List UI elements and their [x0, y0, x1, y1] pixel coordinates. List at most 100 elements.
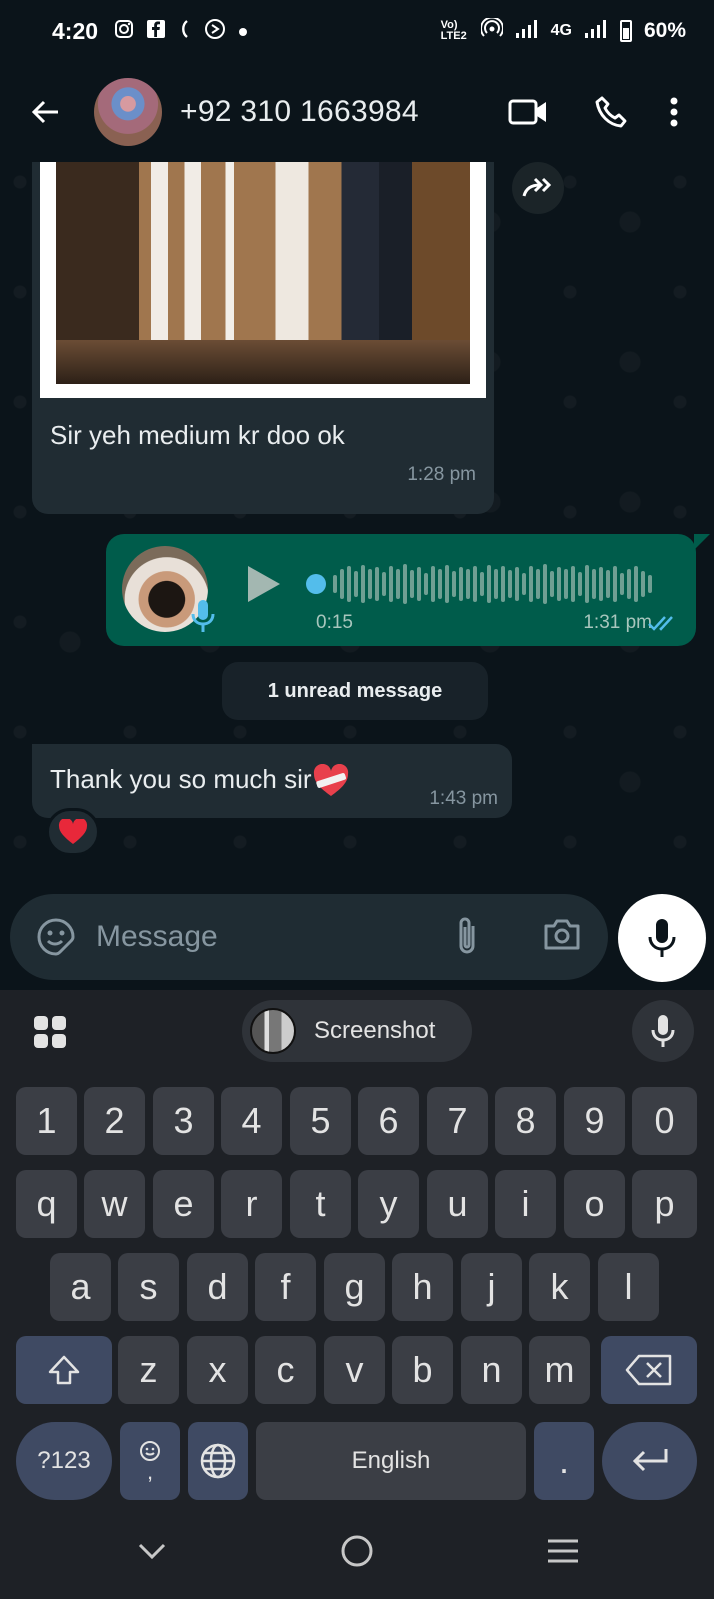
hide-keyboard-button[interactable]: [122, 1526, 182, 1576]
cell-network-label: 4G: [550, 22, 572, 39]
attach-button[interactable]: [452, 914, 482, 963]
message-input[interactable]: Message: [96, 920, 218, 954]
key-s[interactable]: s: [118, 1253, 179, 1321]
hotspot-icon: [479, 16, 504, 45]
key-7[interactable]: 7: [427, 1087, 488, 1155]
microphone-icon: [651, 1015, 675, 1047]
voice-call-button[interactable]: [570, 84, 654, 140]
system-navigation-bar: [0, 1502, 714, 1599]
image-message[interactable]: Sir yeh medium kr doo ok 1:28 pm: [32, 162, 494, 514]
home-button[interactable]: [327, 1526, 387, 1576]
key-6[interactable]: 6: [358, 1087, 419, 1155]
camera-button[interactable]: [542, 914, 582, 959]
key-3[interactable]: 3: [153, 1087, 214, 1155]
symbols-key[interactable]: ?123: [16, 1422, 112, 1500]
header-actions: [486, 84, 694, 140]
key-1[interactable]: 1: [16, 1087, 77, 1155]
message-composer[interactable]: Message: [10, 894, 608, 980]
backspace-key[interactable]: [601, 1336, 697, 1404]
key-q[interactable]: q: [16, 1170, 77, 1238]
volte-label: Vo) LTE2: [440, 19, 467, 42]
key-t[interactable]: t: [290, 1170, 351, 1238]
key-f[interactable]: f: [255, 1253, 316, 1321]
voice-message[interactable]: 0:15 1:31 pm: [106, 534, 710, 646]
image-caption: Sir yeh medium kr doo ok: [50, 420, 345, 450]
video-camera-icon: [508, 99, 546, 125]
key-c[interactable]: c: [255, 1336, 316, 1404]
more-options-button[interactable]: [654, 84, 694, 140]
key-8[interactable]: 8: [495, 1087, 556, 1155]
screenshot-suggestion-chip[interactable]: Screenshot: [242, 1000, 472, 1062]
key-z[interactable]: z: [118, 1336, 179, 1404]
key-i[interactable]: i: [495, 1170, 556, 1238]
space-key[interactable]: English: [256, 1422, 526, 1500]
key-5[interactable]: 5: [290, 1087, 351, 1155]
sticker-button[interactable]: [34, 915, 78, 959]
contact-name[interactable]: +92 310 1663984: [180, 95, 419, 129]
call-icon: [178, 19, 192, 44]
chat-header: +92 310 1663984: [0, 62, 714, 162]
shift-key[interactable]: [16, 1336, 112, 1404]
key-b[interactable]: b: [392, 1336, 453, 1404]
chat-area[interactable]: Sir yeh medium kr doo ok 1:28 pm 0:15 1:…: [0, 162, 714, 888]
key-k[interactable]: k: [529, 1253, 590, 1321]
shared-image-frame[interactable]: [40, 162, 486, 398]
language-key[interactable]: [188, 1422, 248, 1500]
bandaged-heart-icon: [313, 764, 348, 797]
key-l[interactable]: l: [598, 1253, 659, 1321]
back-button[interactable]: [22, 88, 70, 136]
key-a[interactable]: a: [50, 1253, 111, 1321]
key-x[interactable]: x: [187, 1336, 248, 1404]
key-d[interactable]: d: [187, 1253, 248, 1321]
backspace-icon: [625, 1354, 672, 1386]
key-v[interactable]: v: [324, 1336, 385, 1404]
keyboard-row-3: z x c v b n m: [0, 1336, 714, 1404]
voice-time: 1:31 pm: [583, 612, 652, 633]
key-4[interactable]: 4: [221, 1087, 282, 1155]
microphone-icon: [648, 919, 676, 957]
key-9[interactable]: 9: [564, 1087, 625, 1155]
status-time: 4:20: [52, 17, 99, 44]
message-reaction[interactable]: [46, 808, 100, 856]
video-call-button[interactable]: [486, 84, 570, 140]
home-circle-icon: [341, 1535, 373, 1567]
apps-grid-button[interactable]: [32, 1014, 68, 1055]
status-bar: 4:20 Vo) LTE2 4G 60%: [0, 0, 714, 62]
emoji-comma-key[interactable]: ,: [120, 1422, 180, 1500]
status-right: Vo) LTE2 4G 60%: [440, 16, 686, 45]
key-j[interactable]: j: [461, 1253, 522, 1321]
key-m[interactable]: m: [529, 1336, 590, 1404]
record-voice-button[interactable]: [618, 894, 706, 982]
text-message[interactable]: Thank you so much sir 1:43 pm: [32, 744, 512, 818]
key-h[interactable]: h: [392, 1253, 453, 1321]
keyboard-voice-button[interactable]: [632, 1000, 694, 1062]
shift-arrow-icon: [48, 1355, 80, 1385]
key-n[interactable]: n: [461, 1336, 522, 1404]
enter-key[interactable]: [602, 1422, 697, 1500]
waveform-scrubber[interactable]: [306, 574, 326, 594]
message-text-wrap: Thank you so much sir: [50, 764, 350, 798]
voice-waveform[interactable]: [306, 562, 652, 606]
forward-button[interactable]: [512, 162, 564, 214]
key-r[interactable]: r: [221, 1170, 282, 1238]
recents-button[interactable]: [533, 1526, 593, 1576]
paperclip-icon: [459, 917, 475, 954]
key-w[interactable]: w: [84, 1170, 145, 1238]
key-g[interactable]: g: [324, 1253, 385, 1321]
key-o[interactable]: o: [564, 1170, 625, 1238]
more-vertical-icon: [670, 97, 678, 127]
key-y[interactable]: y: [358, 1170, 419, 1238]
key-e[interactable]: e: [153, 1170, 214, 1238]
grid-icon: [34, 1016, 66, 1048]
period-key[interactable]: .: [534, 1422, 594, 1500]
key-2[interactable]: 2: [84, 1087, 145, 1155]
key-u[interactable]: u: [427, 1170, 488, 1238]
read-ticks-icon: [648, 614, 680, 637]
image-time: 1:28 pm: [407, 464, 476, 485]
key-0[interactable]: 0: [632, 1087, 697, 1155]
contact-avatar[interactable]: [94, 78, 162, 146]
play-button[interactable]: [246, 564, 282, 609]
shared-image-photo[interactable]: [56, 162, 470, 384]
key-p[interactable]: p: [632, 1170, 697, 1238]
voice-duration: 0:15: [316, 612, 353, 633]
